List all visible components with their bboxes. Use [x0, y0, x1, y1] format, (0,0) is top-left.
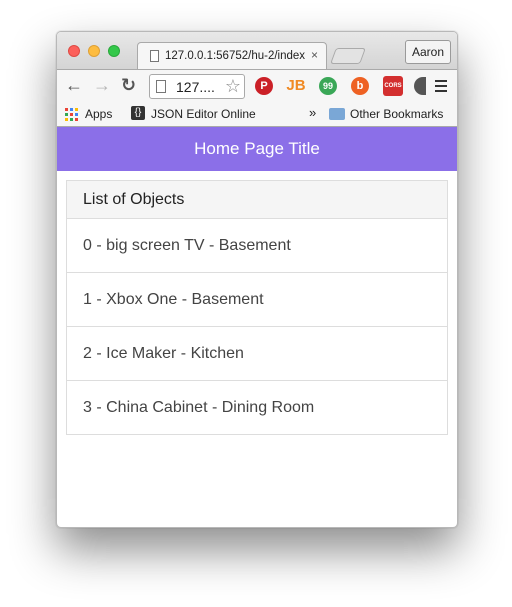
reload-icon[interactable]: ↻: [121, 75, 136, 96]
address-bar[interactable]: 127.... ☆: [149, 74, 245, 99]
tab-close-icon[interactable]: ×: [311, 48, 318, 62]
json-editor-icon: {}: [131, 106, 145, 120]
bookmarks-overflow-icon[interactable]: »: [309, 105, 316, 120]
hangouts-extension-icon[interactable]: 99: [319, 77, 337, 95]
bookmark-star-icon[interactable]: ☆: [225, 76, 241, 97]
tab-title: 127.0.0.1:56752/hu-2/index: [165, 50, 305, 62]
page-info-icon[interactable]: [156, 80, 166, 93]
bookmark-json-editor[interactable]: JSON Editor Online: [151, 107, 256, 121]
object-list: List of Objects 0 - big screen TV - Base…: [66, 180, 448, 435]
list-item[interactable]: 0 - big screen TV - Basement: [67, 219, 447, 273]
new-tab-button[interactable]: [330, 48, 366, 64]
pinterest-extension-icon[interactable]: P: [255, 77, 273, 95]
forward-arrow-icon[interactable]: →: [93, 75, 111, 96]
bitly-extension-icon[interactable]: b: [351, 77, 369, 95]
minimize-window-button[interactable]: [88, 45, 100, 57]
extension-icon[interactable]: [414, 77, 426, 95]
page-header: Home Page Title: [57, 127, 457, 171]
jetbrains-extension-icon[interactable]: JB: [285, 77, 307, 95]
browser-tab[interactable]: 127.0.0.1:56752/hu-2/index ×: [137, 42, 327, 70]
zoom-window-button[interactable]: [108, 45, 120, 57]
back-arrow-icon[interactable]: ←: [65, 75, 83, 96]
list-item[interactable]: 3 - China Cabinet - Dining Room: [67, 381, 447, 434]
bookmark-apps[interactable]: Apps: [85, 107, 112, 121]
apps-grid-icon[interactable]: [65, 108, 79, 122]
profile-button[interactable]: Aaron: [405, 40, 451, 64]
list-heading: List of Objects: [67, 181, 447, 219]
list-item[interactable]: 1 - Xbox One - Basement: [67, 273, 447, 327]
address-text: 127....: [176, 79, 215, 95]
folder-icon: [329, 108, 345, 120]
tab-strip: 127.0.0.1:56752/hu-2/index × Aaron: [57, 32, 457, 70]
browser-window: 127.0.0.1:56752/hu-2/index × Aaron ← → ↻…: [56, 31, 458, 528]
bookmark-other-bookmarks[interactable]: Other Bookmarks: [350, 107, 443, 121]
list-item[interactable]: 2 - Ice Maker - Kitchen: [67, 327, 447, 381]
page-document-icon: [150, 50, 159, 62]
close-window-button[interactable]: [68, 45, 80, 57]
bookmarks-bar: Apps {} JSON Editor Online » Other Bookm…: [57, 102, 457, 127]
cors-extension-icon[interactable]: CORS: [383, 76, 403, 96]
browser-toolbar: ← → ↻ 127.... ☆ P JB 99 b CORS: [57, 69, 457, 103]
menu-icon[interactable]: [435, 80, 447, 95]
